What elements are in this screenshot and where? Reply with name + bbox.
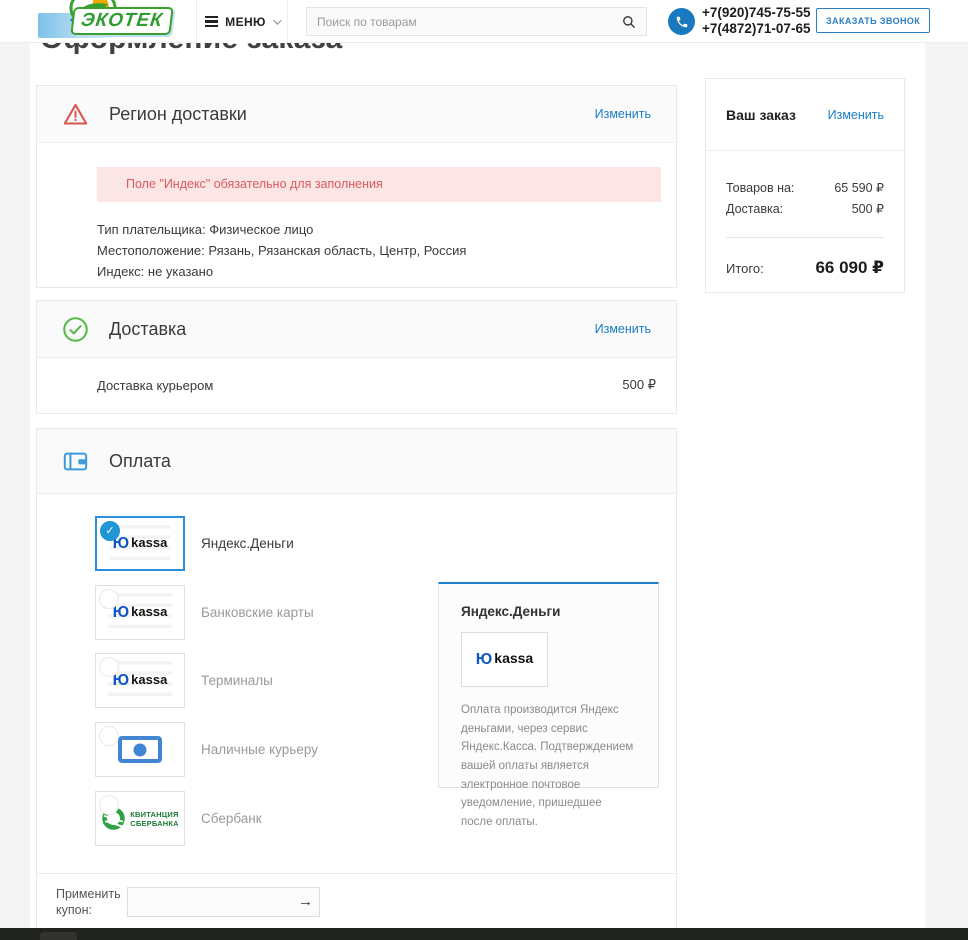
yookassa-logo: Юkassa bbox=[113, 672, 168, 690]
delivery-section: Доставка Изменить Доставка курьером 500 … bbox=[36, 300, 677, 414]
coupon-input[interactable] bbox=[128, 888, 322, 916]
payment-option-yandex-money[interactable]: ✓ Юkassa Яндекс.Деньги bbox=[95, 516, 294, 571]
order-delivery-value: 500 ₽ bbox=[852, 199, 884, 220]
menu-label: МЕНЮ bbox=[225, 15, 266, 29]
payment-option-card bbox=[95, 722, 185, 777]
yookassa-logo: Юkassa bbox=[113, 535, 168, 553]
yookassa-logo: Юkassa bbox=[476, 650, 533, 669]
chevron-down-icon bbox=[273, 16, 281, 24]
yookassa-logo: Юkassa bbox=[113, 604, 168, 622]
region-info: Тип плательщика: Физическое лицо Местопо… bbox=[97, 219, 676, 282]
payment-option-label: Терминалы bbox=[201, 673, 273, 688]
payment-option-bank-cards[interactable]: Юkassa Банковские карты bbox=[95, 585, 314, 640]
payment-option-card: Юkassa bbox=[95, 653, 185, 708]
phone-icon bbox=[668, 8, 695, 35]
order-delivery-row: Доставка: 500 ₽ bbox=[726, 199, 884, 220]
phone-number-2[interactable]: +7(4872)71-07-65 bbox=[702, 21, 810, 37]
order-summary-title: Ваш заказ bbox=[726, 107, 796, 123]
search-button[interactable] bbox=[612, 8, 646, 35]
arrow-right-icon: → bbox=[298, 893, 313, 910]
region-section: Регион доставки Изменить Поле "Индекс" о… bbox=[36, 85, 677, 288]
payment-option-sberbank[interactable]: КВИТАНЦИЯ СБЕРБАНКА Сбербанк bbox=[95, 791, 262, 846]
radio-unchecked-icon bbox=[99, 726, 119, 746]
payment-detail-logo-box: Юkassa bbox=[461, 632, 548, 687]
order-total-value: 66 090 ₽ bbox=[815, 258, 884, 278]
delivery-edit-link[interactable]: Изменить bbox=[595, 322, 651, 336]
payment-detail-description: Оплата производится Яндекс деньгами, чер… bbox=[461, 701, 636, 831]
right-margin bbox=[925, 43, 968, 928]
radio-unchecked-icon bbox=[99, 657, 119, 677]
order-call-button[interactable]: ЗАКАЗАТЬ ЗВОНОК bbox=[816, 8, 930, 33]
payment-option-card: КВИТАНЦИЯ СБЕРБАНКА bbox=[95, 791, 185, 846]
delivery-section-header: Доставка Изменить bbox=[37, 301, 676, 358]
order-edit-link[interactable]: Изменить bbox=[828, 108, 884, 122]
payment-detail-panel: Яндекс.Деньги Юkassa Оплата производится… bbox=[438, 582, 659, 788]
radio-unchecked-icon bbox=[99, 589, 119, 609]
order-summary-body: Товаров на: 65 590 ₽ Доставка: 500 ₽ Ито… bbox=[706, 151, 904, 278]
search-box bbox=[306, 7, 647, 36]
order-delivery-label: Доставка: bbox=[726, 199, 783, 220]
payment-option-label: Яндекс.Деньги bbox=[201, 536, 294, 551]
region-section-title: Регион доставки bbox=[109, 104, 247, 125]
index-text: Индекс: не указано bbox=[97, 261, 676, 282]
hamburger-icon bbox=[205, 16, 218, 28]
wallet-icon bbox=[62, 448, 89, 475]
order-items-label: Товаров на: bbox=[726, 178, 794, 199]
coupon-field: → bbox=[127, 887, 320, 917]
order-total-label: Итого: bbox=[726, 261, 764, 276]
banknote-icon bbox=[118, 736, 162, 763]
footer-chip bbox=[40, 932, 77, 940]
payment-section-header: Оплата bbox=[37, 429, 676, 494]
footer-strip bbox=[0, 928, 968, 940]
menu-button[interactable]: МЕНЮ bbox=[196, 0, 288, 43]
left-margin bbox=[0, 43, 30, 928]
logo[interactable]: ЭКОТЕК bbox=[38, 0, 196, 46]
search-input[interactable] bbox=[307, 8, 612, 35]
order-divider bbox=[726, 237, 884, 238]
order-items-row: Товаров на: 65 590 ₽ bbox=[726, 178, 884, 199]
delivery-method-row: Доставка курьером 500 ₽ bbox=[37, 358, 676, 393]
search-icon bbox=[622, 15, 636, 29]
phone-number-1[interactable]: +7(920)745-75-55 bbox=[702, 5, 810, 21]
radio-unchecked-icon bbox=[99, 795, 119, 815]
logo-text: ЭКОТЕК bbox=[70, 7, 173, 35]
order-summary: Ваш заказ Изменить Товаров на: 65 590 ₽ … bbox=[705, 78, 905, 293]
order-summary-header: Ваш заказ Изменить bbox=[706, 79, 904, 151]
payment-option-label: Банковские карты bbox=[201, 605, 314, 620]
payment-section-title: Оплата bbox=[109, 451, 171, 472]
payment-section: Оплата ✓ Юkassa Яндекс.Деньги Юkassa Бан… bbox=[36, 428, 677, 928]
radio-checked-icon: ✓ bbox=[100, 521, 120, 541]
coupon-submit-button[interactable]: → bbox=[298, 888, 313, 916]
coupon-row: Применить купон: → bbox=[37, 873, 676, 929]
payment-option-cash-courier[interactable]: Наличные курьеру bbox=[95, 722, 318, 777]
check-circle-icon bbox=[62, 316, 89, 343]
payment-option-card: ✓ Юkassa bbox=[95, 516, 185, 571]
delivery-section-title: Доставка bbox=[109, 319, 186, 340]
coupon-label: Применить купон: bbox=[56, 886, 120, 918]
delivery-method: Доставка курьером bbox=[97, 378, 213, 393]
index-required-error: Поле "Индекс" обязательно для заполнения bbox=[97, 167, 661, 202]
region-edit-link[interactable]: Изменить bbox=[595, 107, 651, 121]
location-text: Местоположение: Рязань, Рязанская област… bbox=[97, 240, 676, 261]
payment-option-card: Юkassa bbox=[95, 585, 185, 640]
payment-detail-title: Яндекс.Деньги bbox=[461, 604, 636, 619]
order-total-row: Итого: 66 090 ₽ bbox=[726, 258, 884, 278]
sberbank-caption: КВИТАНЦИЯ СБЕРБАНКА bbox=[130, 810, 179, 828]
warning-icon bbox=[62, 101, 89, 128]
payment-option-label: Наличные курьеру bbox=[201, 742, 318, 757]
phone-numbers: +7(920)745-75-55 +7(4872)71-07-65 bbox=[702, 5, 810, 37]
payer-type-text: Тип плательщика: Физическое лицо bbox=[97, 219, 676, 240]
order-items-value: 65 590 ₽ bbox=[834, 178, 884, 199]
region-section-header: Регион доставки Изменить bbox=[37, 86, 676, 143]
payment-option-label: Сбербанк bbox=[201, 811, 262, 826]
site-header: ЭКОТЕК МЕНЮ +7(920)745-75-55 +7(4872)71-… bbox=[0, 0, 968, 43]
delivery-price: 500 ₽ bbox=[622, 377, 656, 393]
payment-option-terminals[interactable]: Юkassa Терминалы bbox=[95, 653, 273, 708]
payment-options-area: ✓ Юkassa Яндекс.Деньги Юkassa Банковские… bbox=[37, 494, 676, 873]
